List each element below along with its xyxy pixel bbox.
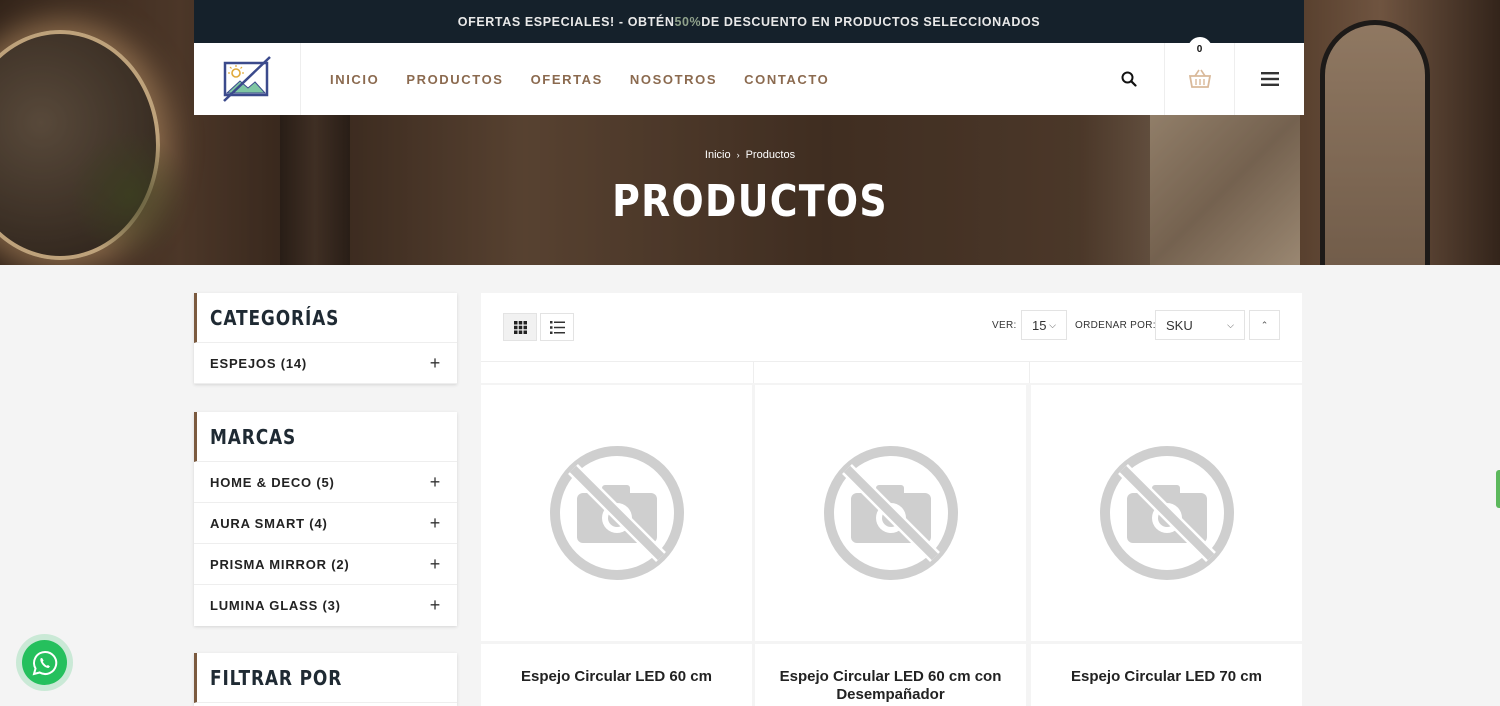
order-label: ORDENAR POR: xyxy=(1075,320,1156,331)
brands-panel: MARCAS HOME & DECO (5) + AURA SMART (4) + … xyxy=(194,412,457,626)
brand-item-prisma-mirror[interactable]: PRISMA MIRROR (2) + xyxy=(194,544,457,585)
breadcrumb-current: Productos xyxy=(745,149,796,161)
brand-item-lumina-glass[interactable]: LUMINA GLASS (3) + xyxy=(194,585,457,626)
list-view-button[interactable] xyxy=(540,313,574,341)
promo-text-after: DE DESCUENTO EN PRODUCTOS SELECCIONADOS xyxy=(701,14,1041,29)
plus-icon[interactable]: + xyxy=(430,353,441,374)
side-feedback-tab[interactable] xyxy=(1496,470,1500,508)
promo-bar: OFERTAS ESPECIALES! - OBTÉN 50% DE DESCU… xyxy=(194,0,1304,43)
filter-panel: FILTRAR POR xyxy=(194,653,457,706)
whatsapp-icon xyxy=(32,650,57,675)
nav-ofertas[interactable]: OFERTAS xyxy=(531,72,603,87)
product-card-image[interactable] xyxy=(1031,385,1302,641)
page-title: PRODUCTOS xyxy=(612,176,888,227)
product-card-image[interactable] xyxy=(481,385,752,641)
ver-label: VER: xyxy=(992,320,1017,331)
product-name[interactable]: Espejo Circular LED 70 cm xyxy=(1031,644,1302,706)
chevron-up-icon: ⌃ xyxy=(1260,319,1269,330)
logo-image-icon xyxy=(223,56,271,102)
whatsapp-button[interactable] xyxy=(22,640,67,685)
hamburger-menu-icon xyxy=(1260,72,1279,86)
grid-icon xyxy=(513,320,527,334)
grid-top-strip xyxy=(481,362,1302,383)
nav-nosotros[interactable]: NOSOTROS xyxy=(630,72,717,87)
brands-title: MARCAS xyxy=(194,412,457,462)
cart-button[interactable]: 0 xyxy=(1164,37,1234,115)
brand-item-home-deco[interactable]: HOME & DECO (5) + xyxy=(194,462,457,503)
breadcrumb-home[interactable]: Inicio xyxy=(705,149,731,161)
sort-select[interactable]: SKU ⌵ xyxy=(1155,310,1245,340)
promo-highlight: 50% xyxy=(674,14,702,29)
logo[interactable] xyxy=(194,43,301,115)
list-icon xyxy=(549,320,565,334)
chevron-right-icon: › xyxy=(736,150,740,160)
no-image-icon xyxy=(823,446,958,580)
site-header: INICIO PRODUCTOS OFERTAS NOSOTROS CONTAC… xyxy=(194,37,1304,115)
nav-contacto[interactable]: CONTACTO xyxy=(744,72,829,87)
plus-icon[interactable]: + xyxy=(430,513,441,534)
search-button[interactable] xyxy=(1094,43,1164,115)
product-name[interactable]: Espejo Circular LED 60 cm con Desempañad… xyxy=(755,644,1026,706)
grid-view-button[interactable] xyxy=(503,313,537,341)
product-name[interactable]: Espejo Circular LED 60 cm xyxy=(481,644,752,706)
brand-item-aura-smart[interactable]: AURA SMART (4) + xyxy=(194,503,457,544)
category-item-espejos[interactable]: ESPEJOS (14) + xyxy=(194,343,457,384)
sort-direction-button[interactable]: ⌃ xyxy=(1249,310,1280,340)
filter-title: FILTRAR POR xyxy=(194,653,457,703)
no-image-icon xyxy=(1099,446,1234,580)
search-icon xyxy=(1121,71,1137,87)
plus-icon[interactable]: + xyxy=(430,595,441,616)
chevron-down-icon: ⌵ xyxy=(1049,319,1056,330)
product-card-image[interactable] xyxy=(755,385,1026,641)
plus-icon[interactable]: + xyxy=(430,472,441,493)
nav-inicio[interactable]: INICIO xyxy=(330,72,379,87)
categories-panel: CATEGORÍAS ESPEJOS (14) + xyxy=(194,293,457,384)
menu-button[interactable] xyxy=(1234,43,1304,115)
categories-title: CATEGORÍAS xyxy=(194,293,457,343)
product-toolbar: VER: 15 ⌵ ORDENAR POR: SKU ⌵ ⌃ xyxy=(481,293,1302,362)
per-page-select[interactable]: 15 ⌵ xyxy=(1021,310,1067,340)
cart-count-badge: 0 xyxy=(1187,37,1212,61)
nav-productos[interactable]: PRODUCTOS xyxy=(406,72,503,87)
breadcrumb: Inicio › Productos xyxy=(0,149,1500,161)
chevron-down-icon: ⌵ xyxy=(1227,319,1234,330)
no-image-icon xyxy=(549,446,684,580)
main-nav: INICIO PRODUCTOS OFERTAS NOSOTROS CONTAC… xyxy=(301,43,1094,115)
plus-icon[interactable]: + xyxy=(430,554,441,575)
promo-text-before: OFERTAS ESPECIALES! - OBTÉN xyxy=(457,14,675,29)
basket-icon xyxy=(1188,69,1211,88)
